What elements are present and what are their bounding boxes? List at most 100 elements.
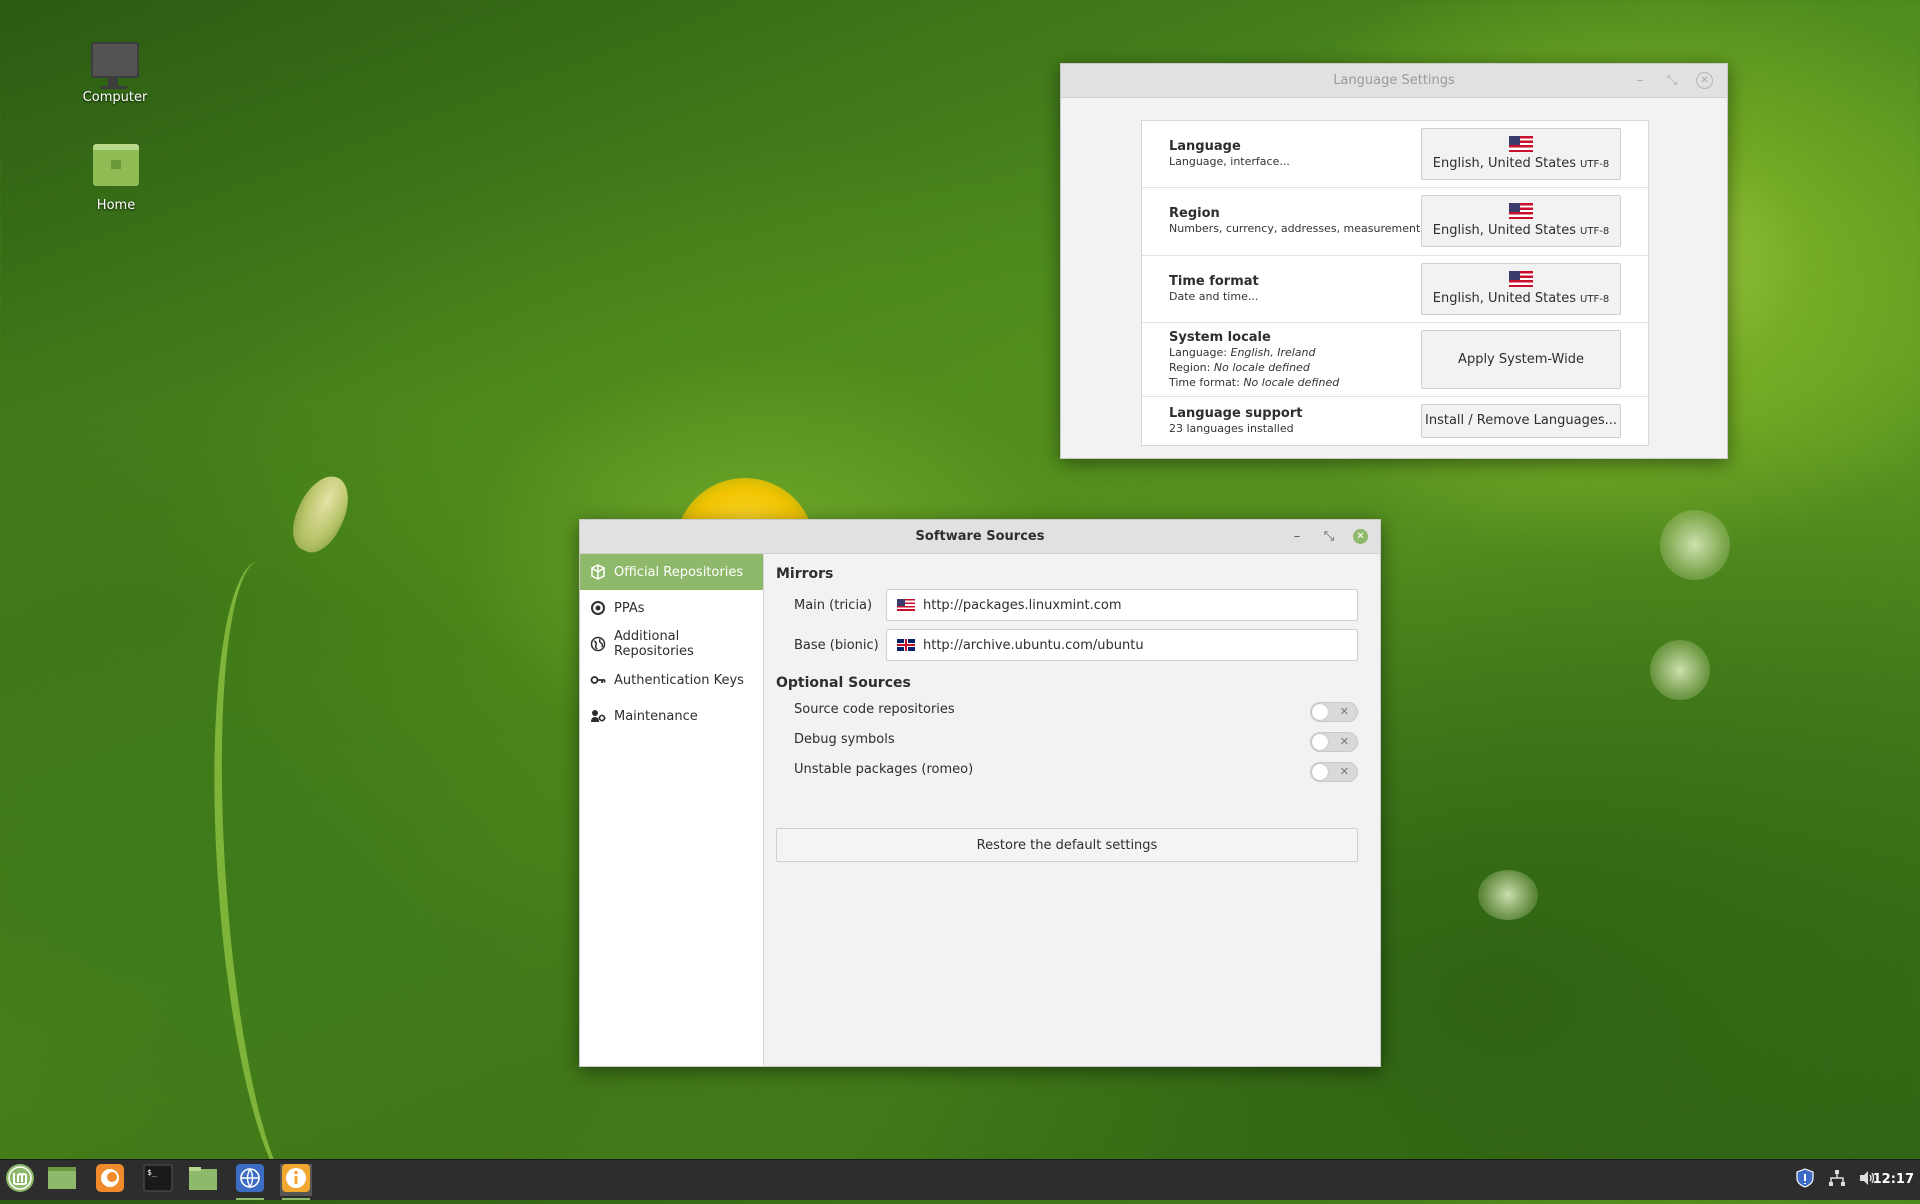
row-subtitle: Language, interface... xyxy=(1169,155,1290,168)
desktop-icon-computer[interactable]: Computer xyxy=(60,42,170,105)
encoding-label: UTF-8 xyxy=(1580,294,1610,305)
locale-language-value: English, Ireland xyxy=(1230,346,1316,359)
optional-sources-heading: Optional Sources xyxy=(776,675,911,691)
row-subtitle: Date and time... xyxy=(1169,290,1259,303)
language-button[interactable]: English, United States UTF-8 xyxy=(1421,128,1621,180)
install-remove-languages-button[interactable]: Install / Remove Languages... xyxy=(1421,404,1621,438)
sidebar-item-label: Maintenance xyxy=(614,708,698,724)
source-code-toggle[interactable]: ✕ xyxy=(1310,702,1358,722)
main-mirror-button[interactable]: http://packages.linuxmint.com xyxy=(886,589,1358,621)
base-mirror-button[interactable]: http://archive.ubuntu.com/ubuntu xyxy=(886,629,1358,661)
row-title: System locale xyxy=(1169,330,1271,345)
terminal-button[interactable]: $_ xyxy=(142,1164,174,1196)
software-sources-taskbar-button[interactable] xyxy=(280,1163,312,1200)
locale-language-label: Language: xyxy=(1169,346,1227,359)
restore-defaults-button[interactable]: Restore the default settings xyxy=(776,828,1358,862)
titlebar[interactable]: Software Sources – ⤡ ✕ xyxy=(580,520,1380,554)
wallpaper-seedhead xyxy=(1660,510,1730,580)
show-desktop-button[interactable] xyxy=(46,1164,78,1196)
button-label: English, United States xyxy=(1432,156,1577,171)
source-code-label: Source code repositories xyxy=(794,702,955,717)
firefox-button[interactable] xyxy=(94,1164,126,1196)
taskbar: $_ 12:17 xyxy=(0,1159,1920,1200)
minimize-icon[interactable]: – xyxy=(1632,64,1648,97)
svg-text:$_: $_ xyxy=(147,1168,157,1177)
sidebar-item-maintenance[interactable]: Maintenance xyxy=(580,698,763,734)
row-subtitle: Numbers, currency, addresses, measuremen… xyxy=(1169,222,1431,235)
main-mirror-label: Main (tricia) xyxy=(794,598,873,613)
language-row: Language Language, interface... English,… xyxy=(1142,121,1648,188)
network-icon[interactable] xyxy=(1828,1169,1846,1191)
us-flag-icon xyxy=(1509,136,1533,152)
desktop-icon-home[interactable]: Home xyxy=(61,144,171,213)
ppa-icon xyxy=(590,600,606,616)
locale-time-value: No locale defined xyxy=(1243,376,1340,389)
sidebar-item-official-repositories[interactable]: Official Repositories xyxy=(580,554,763,590)
files-button[interactable] xyxy=(187,1164,219,1196)
sidebar-item-label: PPAs xyxy=(614,600,645,616)
language-settings-taskbar-button[interactable] xyxy=(234,1163,266,1200)
sidebar-item-ppas[interactable]: PPAs xyxy=(580,590,763,626)
close-icon[interactable]: ✕ xyxy=(1696,72,1713,89)
maximize-icon[interactable]: ⤡ xyxy=(1664,64,1680,97)
uk-flag-icon xyxy=(897,639,915,651)
time-format-button[interactable]: English, United States UTF-8 xyxy=(1421,263,1621,315)
maintenance-icon xyxy=(590,708,606,724)
row-title: Language support xyxy=(1169,406,1303,421)
encoding-label: UTF-8 xyxy=(1580,159,1610,170)
base-mirror-url: http://archive.ubuntu.com/ubuntu xyxy=(923,637,1144,653)
sidebar-item-label: Additional Repositories xyxy=(614,629,694,659)
unstable-packages-toggle[interactable]: ✕ xyxy=(1310,762,1358,782)
language-support-row: Language support 23 languages installed … xyxy=(1142,397,1648,445)
apply-system-wide-button[interactable]: Apply System-Wide xyxy=(1421,330,1621,389)
globe-icon xyxy=(590,636,606,652)
close-icon[interactable]: ✕ xyxy=(1353,529,1368,544)
package-icon xyxy=(590,564,606,580)
desktop-icon-label: Home xyxy=(96,198,136,213)
language-settings-icon xyxy=(235,1163,265,1197)
wallpaper-seedhead xyxy=(1650,640,1710,700)
maximize-icon[interactable]: ⤡ xyxy=(1321,520,1337,553)
sidebar-item-label: Official Repositories xyxy=(614,564,744,580)
software-sources-icon xyxy=(281,1163,311,1197)
sidebar-item-additional-repositories[interactable]: Additional Repositories xyxy=(580,626,763,662)
locale-time-label: Time format: xyxy=(1169,376,1240,389)
update-shield-icon[interactable] xyxy=(1796,1168,1814,1192)
show-desktop-icon xyxy=(47,1165,77,1195)
language-settings-window: Language Settings – ⤡ ✕ Language Languag… xyxy=(1060,63,1728,459)
us-flag-icon xyxy=(1509,271,1533,287)
files-icon xyxy=(188,1165,218,1195)
locale-region-value: No locale defined xyxy=(1213,361,1310,374)
mint-menu-icon xyxy=(5,1163,35,1197)
home-folder-icon xyxy=(93,144,139,186)
locale-region-label: Region: xyxy=(1169,361,1211,374)
us-flag-icon xyxy=(897,599,915,611)
titlebar[interactable]: Language Settings – ⤡ ✕ xyxy=(1061,64,1727,98)
row-title: Language xyxy=(1169,139,1241,154)
system-locale-row: System locale Language: English, Ireland… xyxy=(1142,323,1648,397)
button-label: English, United States xyxy=(1432,291,1577,306)
content-area: Mirrors Main (tricia) http://packages.li… xyxy=(764,554,1380,1066)
minimize-icon[interactable]: – xyxy=(1289,520,1305,553)
region-button[interactable]: English, United States UTF-8 xyxy=(1421,195,1621,247)
window-title: Software Sources xyxy=(915,529,1045,544)
language-settings-panel: Language Language, interface... English,… xyxy=(1141,120,1649,446)
toggle-off-icon: ✕ xyxy=(1339,735,1349,748)
us-flag-icon xyxy=(1509,203,1533,219)
software-sources-window: Software Sources – ⤡ ✕ Official Reposito… xyxy=(579,519,1381,1067)
clock[interactable]: 12:17 xyxy=(1873,1160,1914,1200)
mint-menu-button[interactable] xyxy=(4,1164,36,1196)
key-icon xyxy=(590,672,606,688)
wallpaper-seedhead xyxy=(1478,870,1538,920)
sidebar-item-authentication-keys[interactable]: Authentication Keys xyxy=(580,662,763,698)
encoding-label: UTF-8 xyxy=(1580,226,1610,237)
debug-symbols-label: Debug symbols xyxy=(794,732,895,747)
base-mirror-label: Base (bionic) xyxy=(794,638,879,653)
button-label: English, United States xyxy=(1432,223,1577,238)
wallpaper-stem xyxy=(195,556,369,1204)
window-title: Language Settings xyxy=(1333,73,1455,88)
unstable-packages-label: Unstable packages (romeo) xyxy=(794,762,974,777)
debug-symbols-toggle[interactable]: ✕ xyxy=(1310,732,1358,752)
row-title: Time format xyxy=(1169,274,1259,289)
row-subtitle: 23 languages installed xyxy=(1169,422,1294,435)
